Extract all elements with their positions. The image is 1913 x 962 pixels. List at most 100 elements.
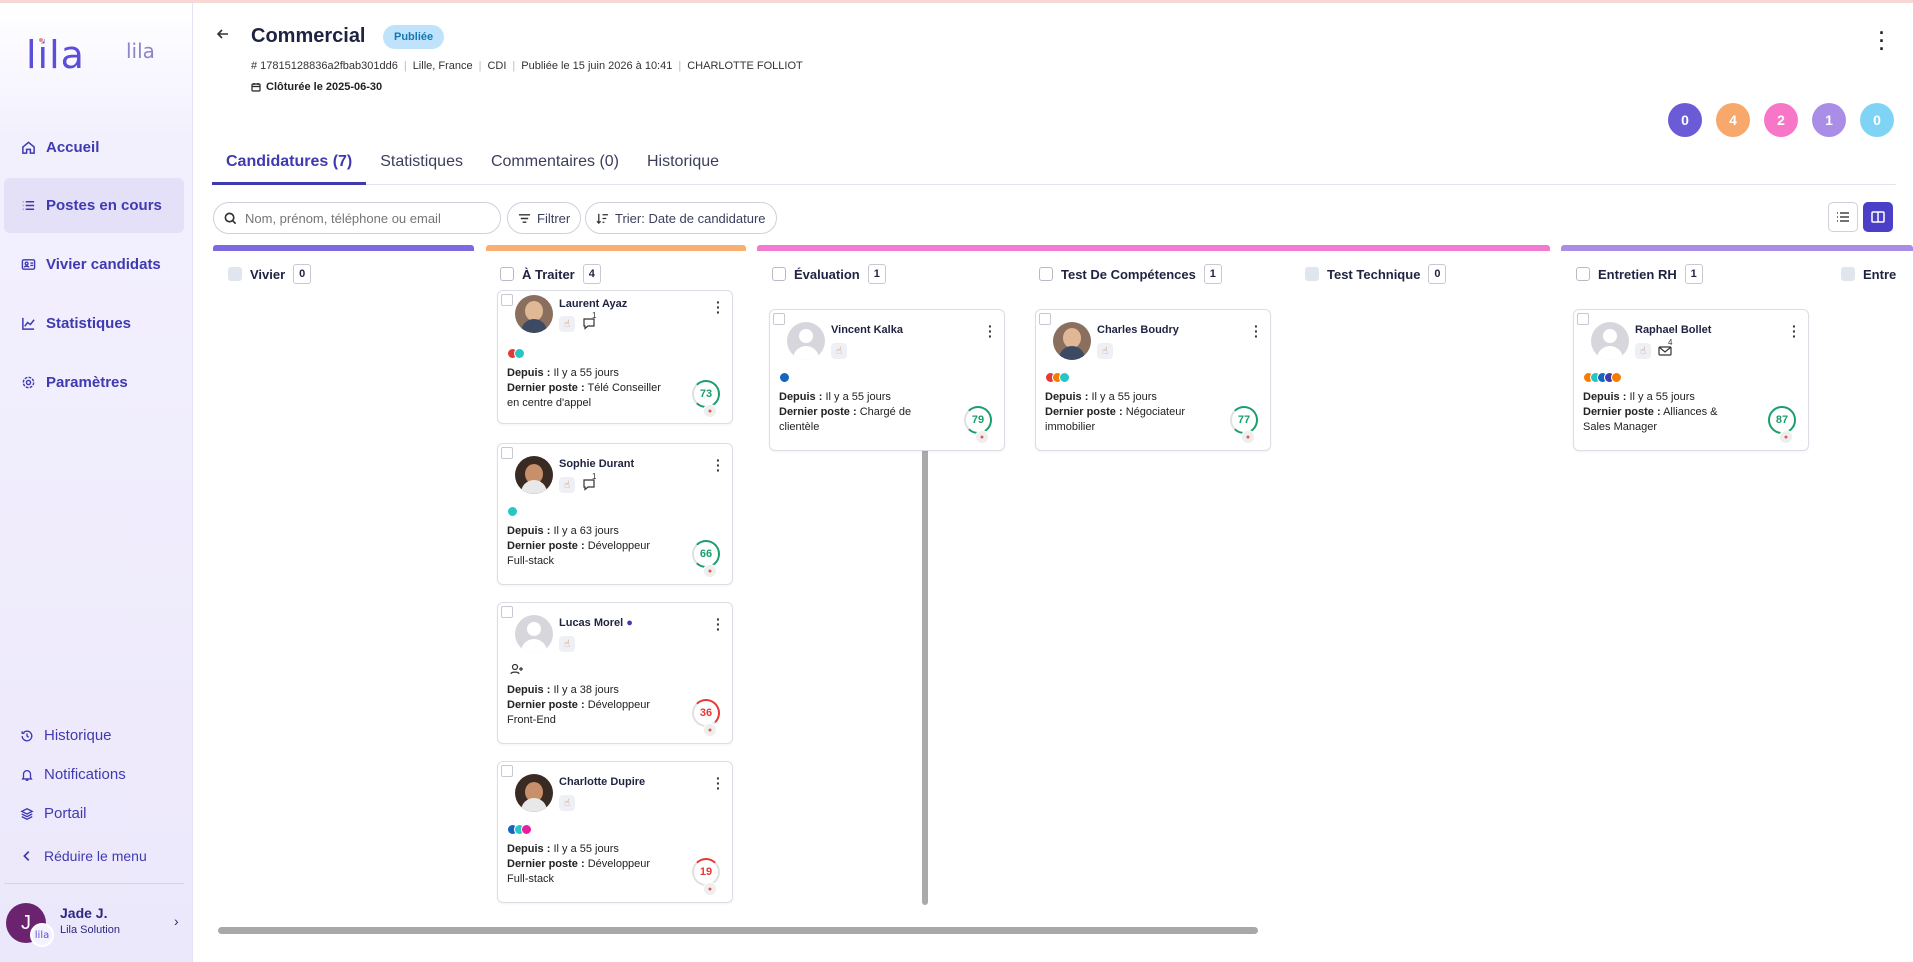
card-checkbox[interactable] (501, 765, 513, 777)
list-view-icon (1837, 212, 1849, 222)
score-value: 87 (1775, 414, 1789, 426)
card-menu-button[interactable]: · · · (716, 771, 721, 795)
match-score: 19 ● (692, 858, 720, 896)
card-icons: ☝ 4 (1635, 338, 1673, 359)
nav-parametres[interactable]: Paramètres (4, 355, 184, 410)
mail-icon[interactable]: 4 (1657, 338, 1673, 359)
tab-bar: Candidatures (7) Statistiques Commentair… (212, 141, 1896, 185)
candidate-card[interactable]: Raphael Bollet · · · ☝ 4 Depuis : Il y a 5… (1573, 309, 1809, 451)
last-job-label: Dernier poste : (1045, 406, 1123, 418)
closing-date: Clôturée le 2025-06-30 (251, 81, 382, 93)
candidate-info: Depuis : Il y a 38 jours Dernier poste :… (507, 683, 667, 728)
candidate-name: Sophie Durant (559, 458, 635, 470)
filter-button[interactable]: Filtrer (507, 202, 582, 234)
card-checkbox[interactable] (501, 294, 513, 306)
tag-dots (507, 506, 518, 517)
since-value: Il y a 55 jours (553, 367, 619, 379)
candidate-photo (787, 322, 825, 360)
card-checkbox[interactable] (773, 313, 785, 325)
card-menu-button[interactable]: · · · (1792, 319, 1797, 343)
nav-portail[interactable]: Portail (20, 805, 87, 822)
nav-notifications[interactable]: Notifications (20, 766, 126, 783)
score-value: 77 (1237, 414, 1251, 426)
tag-dots (1045, 372, 1070, 383)
card-checkbox[interactable] (501, 447, 513, 459)
candidate-card[interactable]: Vincent Kalka · · · ☝ Depuis : Il y a 55 j… (769, 309, 1005, 451)
collapse-menu-button[interactable]: Réduire le menu (20, 848, 147, 864)
calendar-icon (251, 83, 261, 92)
kanban-view-icon (1871, 211, 1885, 223)
filter-icon (518, 213, 531, 223)
tab-candidatures[interactable]: Candidatures (7) (212, 141, 367, 185)
comment-icon[interactable]: 1 (581, 311, 597, 332)
card-menu-button[interactable]: · · · (716, 295, 721, 319)
since-label: Depuis : (1045, 391, 1089, 403)
job-meta: # 17815128836a2fbab301dd6 | Lille, France… (251, 60, 803, 72)
candidate-info: Depuis : Il y a 55 jours Dernier poste :… (1583, 390, 1743, 435)
column-count: 0 (293, 264, 312, 284)
candidate-card[interactable]: Laurent Ayaz · · · ☝ 1 Depuis : Il y a 55 … (497, 290, 733, 424)
comment-count: 1 (592, 472, 597, 481)
comment-icon[interactable]: 1 (581, 472, 597, 493)
column-header-entretien-cut: Entre (1841, 263, 1896, 285)
assign-user-icon[interactable] (510, 663, 524, 678)
board-horizontal-scrollbar[interactable] (218, 927, 1258, 934)
job-reference: # 17815128836a2fbab301dd6 (251, 60, 398, 72)
comment-count: 1 (592, 311, 597, 320)
tab-historique[interactable]: Historique (633, 141, 733, 185)
column-checkbox[interactable] (772, 267, 786, 281)
chevron-right-icon[interactable]: › (174, 913, 179, 929)
card-checkbox[interactable] (1039, 313, 1051, 325)
card-icons: ☝ 1 (559, 311, 597, 332)
nav-historique[interactable]: Historique (20, 727, 112, 744)
nav-postes-en-cours[interactable]: Postes en cours (4, 178, 184, 233)
app-logo[interactable]: lila (26, 33, 85, 77)
more-options-button[interactable]: · · · (1879, 24, 1885, 58)
nav-label: Portail (44, 805, 87, 822)
column-checkbox[interactable] (500, 267, 514, 281)
candidate-name-text: Lucas Morel (559, 617, 624, 629)
main-content: Commercial Publiée # 17815128836a2fbab30… (194, 3, 1913, 962)
card-icons: ☝ 1 (559, 472, 597, 493)
card-menu-button[interactable]: · · · (988, 319, 993, 343)
last-job-label: Dernier poste : (507, 699, 585, 711)
card-menu-button[interactable]: · · · (1254, 319, 1259, 343)
search-input[interactable] (245, 210, 485, 226)
column-checkbox[interactable] (1576, 267, 1590, 281)
card-menu-button[interactable]: · · · (716, 612, 721, 636)
column-checkbox[interactable] (1841, 267, 1855, 281)
since-label: Depuis : (507, 525, 551, 537)
card-checkbox[interactable] (1577, 313, 1589, 325)
counter-a-traiter: 4 (1716, 103, 1750, 137)
kanban-view-button[interactable] (1863, 202, 1893, 232)
candidate-card[interactable]: Charlotte Dupire · · · ☝ Depuis : Il y a 5… (497, 761, 733, 903)
list-view-button[interactable] (1828, 202, 1858, 232)
match-score: 36 ● (692, 699, 720, 737)
card-checkbox[interactable] (501, 606, 513, 618)
column-checkbox[interactable] (228, 267, 242, 281)
match-score: 87 ● (1768, 406, 1796, 444)
column-title: Vivier (250, 266, 286, 282)
candidate-card[interactable]: Charles Boudry · · · ☝ Depuis : Il y a 55 … (1035, 309, 1271, 451)
column-bar-entretien (1561, 245, 1913, 251)
column-checkbox[interactable] (1305, 267, 1319, 281)
candidate-card[interactable]: Sophie Durant · · · ☝ 1 Depuis : Il y a 63… (497, 443, 733, 585)
last-job-label: Dernier poste : (1583, 406, 1661, 418)
tab-commentaires[interactable]: Commentaires (0) (477, 141, 633, 185)
mail-count: 4 (1668, 338, 1673, 347)
column-checkbox[interactable] (1039, 267, 1053, 281)
sort-button[interactable]: Trier: Date de candidature (585, 202, 777, 234)
back-arrow-icon[interactable] (216, 27, 230, 44)
candidate-card[interactable]: Lucas Morel ● · · · ☝ Depuis : Il y a 38 j… (497, 602, 733, 744)
last-job-label: Dernier poste : (779, 406, 857, 418)
card-menu-button[interactable]: · · · (716, 453, 721, 477)
column-bar-vivier (213, 245, 474, 251)
search-field[interactable] (213, 202, 501, 234)
user-profile[interactable]: J lila Jade J. Lila Solution › (6, 901, 186, 947)
tab-statistiques[interactable]: Statistiques (366, 141, 477, 185)
chart-icon (20, 316, 36, 332)
tag-dot (1611, 372, 1622, 383)
nav-vivier-candidats[interactable]: Vivier candidats (4, 237, 184, 292)
nav-statistiques[interactable]: Statistiques (4, 296, 184, 351)
nav-accueil[interactable]: Accueil (4, 120, 184, 175)
